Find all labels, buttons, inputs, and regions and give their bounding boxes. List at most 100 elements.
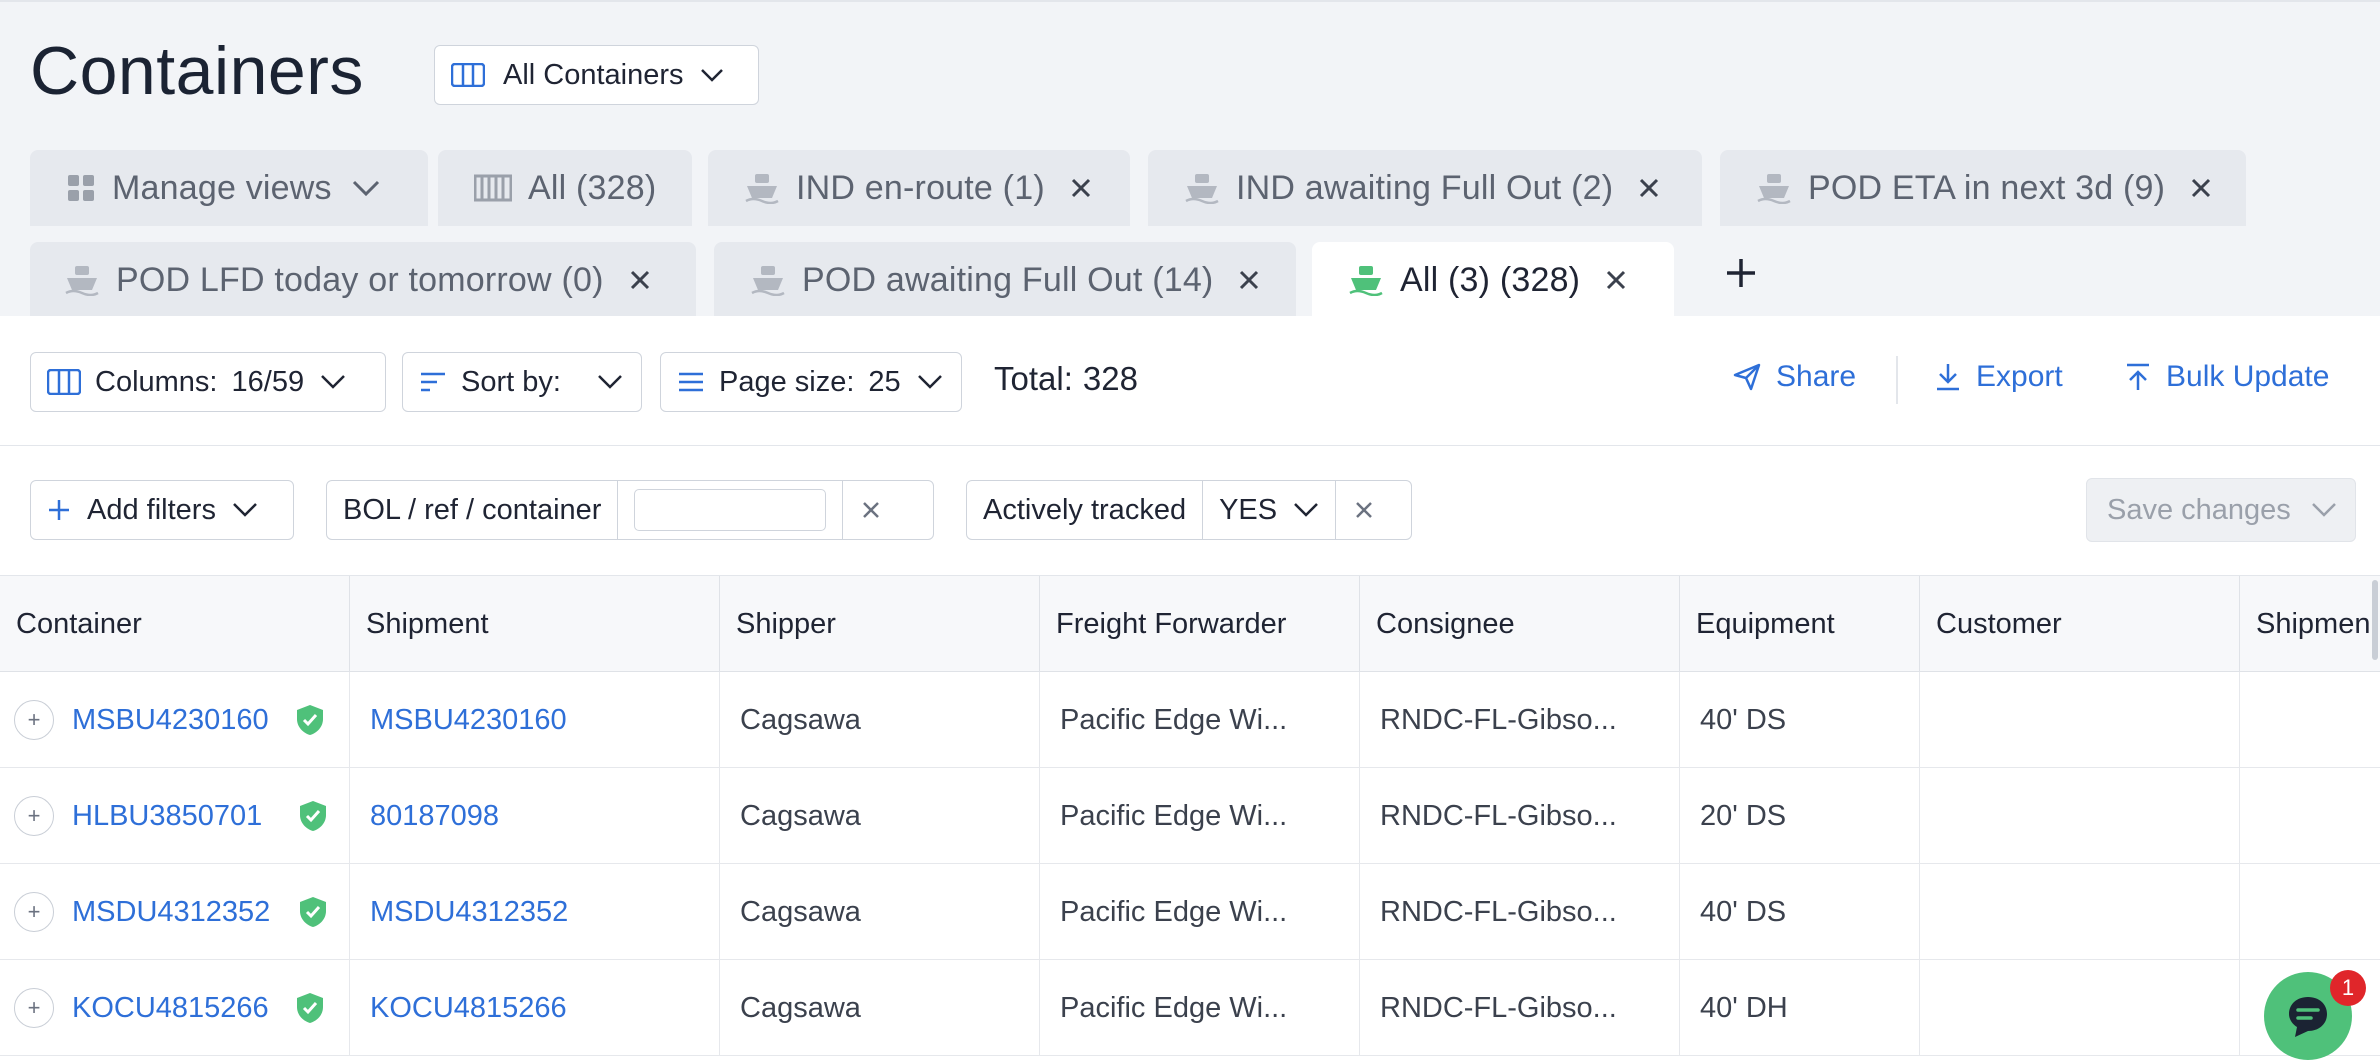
page-size-button[interactable]: Page size: 25 [660,352,962,412]
search-filter-input-wrap [618,481,844,539]
bulk-update-label: Bulk Update [2166,360,2330,393]
tab-pod-lfd[interactable]: POD LFD today or tomorrow (0) [30,242,696,318]
close-icon[interactable] [1237,268,1261,292]
share-label: Share [1776,360,1857,393]
cell-customer [1920,960,2240,1056]
expand-row-button[interactable]: + [14,700,54,740]
column-header-container[interactable]: Container [0,576,350,672]
ship-icon [1757,174,1791,204]
close-icon[interactable] [628,268,652,292]
column-header-equipment[interactable]: Equipment [1680,576,1920,672]
columns-icon [47,369,81,395]
shipment-link[interactable]: MSBU4230160 [350,672,720,768]
cell-equipment: 20' DS [1680,768,1920,864]
tab-label: POD awaiting Full Out (14) [802,260,1214,299]
total-count: Total: 328 [994,360,1138,398]
actively-tracked-select[interactable]: YES [1203,481,1337,539]
total-label: Total: [994,360,1073,397]
cell-customer [1920,768,2240,864]
table-row: + MSBU4230160 MSBU4230160 Cagsawa Pacifi… [0,672,2380,768]
page-title: Containers [30,33,364,109]
tab-all[interactable]: All (328) [438,150,692,226]
share-button[interactable]: Share [1732,360,1856,394]
ship-icon [65,266,99,296]
shipment-link[interactable]: MSDU4312352 [350,864,720,960]
actively-tracked-filter: Actively tracked YES [966,480,1412,540]
column-header-freight-forwarder[interactable]: Freight Forwarder [1040,576,1360,672]
column-header-shipment[interactable]: Shipment [350,576,720,672]
tab-manage-views[interactable]: Manage views [30,150,428,226]
cell-forwarder: Pacific Edge Wi... [1040,864,1360,960]
cell-forwarder: Pacific Edge Wi... [1040,672,1360,768]
tab-ind-awaiting-full-out[interactable]: IND awaiting Full Out (2) [1148,150,1702,226]
page-size-label: Page size: [719,365,855,398]
save-changes-label: Save changes [2107,493,2291,526]
view-select-label: All Containers [503,58,684,91]
add-tab-icon[interactable] [1724,256,1758,290]
cell-consignee: RNDC-FL-Gibso... [1360,960,1680,1056]
container-link[interactable]: KOCU4815266 [72,992,269,1025]
search-filter-label: BOL / ref / container [327,481,619,539]
chevron-down-icon [321,375,345,389]
cell-container: + KOCU4815266 [0,960,350,1056]
search-filter: BOL / ref / container [326,480,934,540]
bulk-update-button[interactable]: Bulk Update [2124,360,2329,394]
shipment-link[interactable]: 80187098 [350,768,720,864]
view-select-dropdown[interactable]: All Containers [434,45,759,105]
chevron-down-icon [917,375,942,389]
container-link[interactable]: MSDU4312352 [72,896,270,929]
sort-icon [421,372,445,392]
close-icon[interactable] [2189,176,2213,200]
cell-container: + HLBU3850701 [0,768,350,864]
tab-pod-awaiting-full-out[interactable]: POD awaiting Full Out (14) [714,242,1296,318]
shipment-link[interactable]: KOCU4815266 [350,960,720,1056]
add-filters-button[interactable]: Add filters [30,480,294,540]
cell-customer [1920,672,2240,768]
export-button[interactable]: Export [1934,360,2063,394]
search-input[interactable] [634,489,827,531]
columns-button[interactable]: Columns: 16/59 [30,352,386,412]
cell-shipper: Cagsawa [720,768,1040,864]
close-icon[interactable] [1604,268,1628,292]
column-header-customer[interactable]: Customer [1920,576,2240,672]
columns-icon [474,174,512,202]
tab-ind-en-route[interactable]: IND en-route (1) [708,150,1130,226]
table-scrollbar[interactable] [2372,580,2378,660]
expand-row-button[interactable]: + [14,796,54,836]
actively-tracked-label: Actively tracked [967,481,1204,539]
columns-label: Columns: [95,365,218,398]
grid-icon [68,175,94,201]
cell-shipper: Cagsawa [720,960,1040,1056]
shield-check-icon [300,897,327,927]
container-link[interactable]: MSBU4230160 [72,704,269,737]
cell-equipment: 40' DS [1680,864,1920,960]
header-area: Containers All Containers Manage views A… [0,0,2380,318]
ship-icon [1349,266,1383,296]
save-changes-button[interactable]: Save changes [2086,478,2356,542]
close-icon[interactable] [1069,176,1093,200]
close-icon [1356,502,1372,518]
clear-search-button[interactable] [843,481,899,539]
tab-label: POD ETA in next 3d (9) [1808,168,2166,207]
sort-by-button[interactable]: Sort by: [402,352,642,412]
filter-bar: Add filters BOL / ref / container Active… [0,446,2380,576]
close-icon[interactable] [1637,176,1661,200]
tab-all-3-active[interactable]: All (3) (328) [1312,242,1674,318]
tab-pod-eta-next-3d[interactable]: POD ETA in next 3d (9) [1720,150,2246,226]
column-header-consignee[interactable]: Consignee [1360,576,1680,672]
list-icon [679,372,703,392]
actively-tracked-value: YES [1219,493,1278,526]
columns-icon [451,63,485,87]
expand-row-button[interactable]: + [14,988,54,1028]
tab-label: All (3) (328) [1400,260,1581,299]
container-link[interactable]: HLBU3850701 [72,800,262,833]
cell-consignee: RNDC-FL-Gibso... [1360,864,1680,960]
expand-row-button[interactable]: + [14,892,54,932]
chevron-down-icon [1294,503,1318,517]
cell-customer [1920,864,2240,960]
column-header-shipper[interactable]: Shipper [720,576,1040,672]
column-header-shipment-2[interactable]: Shipmen [2240,576,2380,672]
clear-tracked-button[interactable] [1336,481,1392,539]
cell-forwarder: Pacific Edge Wi... [1040,768,1360,864]
tab-label: IND en-route (1) [796,168,1045,207]
